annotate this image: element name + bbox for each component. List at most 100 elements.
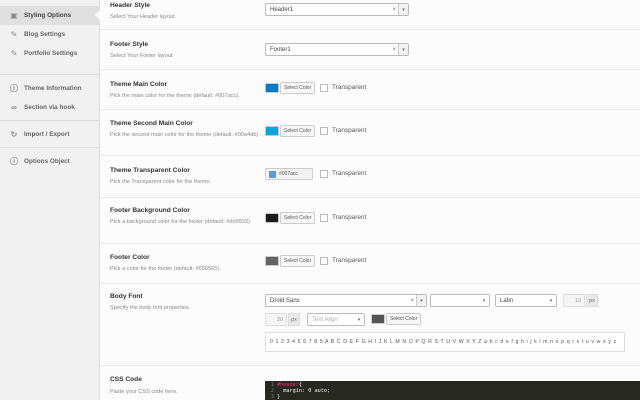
sidebar-item-label: Section via hook <box>24 104 75 111</box>
field-title: Footer Style <box>110 41 149 48</box>
sidebar-item-options-object[interactable]: ⓘ Options Object <box>0 152 99 171</box>
field-description: Select Your Header layout <box>110 14 175 20</box>
field-title: Header Style <box>110 2 150 9</box>
text-align-select[interactable]: Text Align ▾ <box>307 313 365 326</box>
sidebar-item-import-export[interactable]: ↻ Import / Export <box>0 125 99 144</box>
clear-icon[interactable]: × <box>410 298 414 304</box>
transparent-label: Transparent <box>332 214 367 221</box>
theme-transparent-color-row: Theme Transparent Color Pick the Transpa… <box>100 156 640 198</box>
sidebar-item-section-via-hook[interactable]: ∞ Section via hook <box>0 98 99 117</box>
info-icon: ⓘ <box>10 83 18 93</box>
sidebar-item-label: Blog Settings <box>24 31 66 38</box>
selected-value: Latin <box>500 297 514 304</box>
font-style-select[interactable]: ▾ <box>430 294 490 307</box>
color-swatch <box>269 170 276 178</box>
info-icon: ⓘ <box>10 156 18 166</box>
options-panel: Header Style Select Your Header layout H… <box>100 0 640 400</box>
sidebar-divider <box>0 63 99 75</box>
select-color-button[interactable]: Select Color <box>280 125 316 137</box>
font-color-swatch[interactable] <box>371 314 385 324</box>
transparent-checkbox[interactable] <box>320 170 328 178</box>
font-size-input[interactable]: 13 <box>563 294 585 307</box>
selected-value: Footer1 <box>270 46 291 53</box>
css-code-editor[interactable]: 1 #header{ 2 margin: 0 auto; 3 } <box>265 381 640 400</box>
field-title: Theme Main Color <box>110 81 168 88</box>
color-swatch[interactable] <box>265 126 279 136</box>
font-subset-select[interactable]: Latin ▾ <box>495 294 557 307</box>
palette-icon: ▣ <box>10 10 18 20</box>
sidebar-item-label: Portfolio Settings <box>24 50 78 57</box>
sidebar-item-label: Styling Options <box>24 12 72 19</box>
edit-icon: ✎ <box>10 48 18 58</box>
clear-icon[interactable]: × <box>392 47 396 53</box>
code-text: margin: 0 auto; <box>277 388 331 394</box>
select-color-button[interactable]: Select Color <box>386 313 422 325</box>
field-description: Select Your Footer layout <box>110 53 173 59</box>
field-title: Footer Background Color <box>110 207 190 214</box>
select-color-button[interactable]: Select Color <box>280 255 316 267</box>
chevron-down-icon[interactable]: ▾ <box>398 4 408 15</box>
code-text: } <box>277 394 281 400</box>
field-title: Theme Second Main Color <box>110 120 193 127</box>
theme-second-color-row: Theme Second Main Color Pick the second … <box>100 110 640 156</box>
line-height-input[interactable]: 20 <box>265 313 287 326</box>
link-icon: ∞ <box>11 102 17 112</box>
transparent-label: Transparent <box>332 127 367 134</box>
transparent-label: Transparent <box>332 170 367 177</box>
transparent-checkbox[interactable] <box>320 257 328 265</box>
line-number: 3 <box>270 394 274 400</box>
select-color-button[interactable]: Select Color <box>280 82 316 94</box>
sidebar-item-label: Options Object <box>24 158 70 165</box>
color-swatch[interactable] <box>265 83 279 93</box>
chevron-down-icon[interactable]: ▾ <box>354 314 364 325</box>
transparent-color-field[interactable]: #007acc <box>265 168 313 180</box>
sidebar-item-styling-options[interactable]: ▣ Styling Options <box>0 6 100 25</box>
sidebar-item-label: Theme Information <box>24 85 82 92</box>
header-style-row: Header Style Select Your Header layout H… <box>100 0 640 30</box>
sidebar-divider <box>0 117 99 121</box>
transparent-label: Transparent <box>332 257 367 264</box>
theme-main-color-row: Theme Main Color Pick the main color for… <box>100 70 640 110</box>
chevron-down-icon[interactable]: ▾ <box>479 295 489 306</box>
field-description: Specify the body font properties. <box>110 305 191 311</box>
transparent-checkbox[interactable] <box>320 127 328 135</box>
selected-value: Header1 <box>270 6 294 13</box>
sidebar-divider <box>0 144 99 148</box>
field-title: CSS Code <box>110 376 142 383</box>
chevron-down-icon[interactable]: ▾ <box>416 295 426 306</box>
footer-bg-color-row: Footer Background Color Pick a backgroun… <box>100 198 640 244</box>
sidebar-item-theme-information[interactable]: ⓘ Theme Information <box>0 79 99 98</box>
font-preview: 0 1 2 3 4 5 6 7 8 9 A B C D E F G H I J … <box>265 332 625 352</box>
sidebar-item-portfolio-settings[interactable]: ✎ Portfolio Settings <box>0 44 99 63</box>
chevron-down-icon[interactable]: ▾ <box>398 44 408 55</box>
color-value: #007acc <box>279 171 298 177</box>
selected-value: Text Align <box>312 316 338 323</box>
select-color-button[interactable]: Select Color <box>280 212 316 224</box>
body-font-row: Body Font Specify the body font properti… <box>100 284 640 366</box>
header-style-select[interactable]: Header1 × ▾ <box>265 3 409 16</box>
sidebar-item-blog-settings[interactable]: ✎ Blog Settings <box>0 25 99 44</box>
selected-value: Droid Sans <box>270 297 300 304</box>
field-description: Pick the Transparent color for the theme… <box>110 179 212 185</box>
refresh-icon: ↻ <box>10 129 18 139</box>
sidebar-item-label: Import / Export <box>24 131 70 138</box>
footer-style-select[interactable]: Footer1 × ▾ <box>265 43 409 56</box>
field-description: Pick a background color for the footer (… <box>110 219 252 225</box>
footer-color-row: Footer Color Pick a color for the footer… <box>100 244 640 284</box>
transparent-label: Transparent <box>332 84 367 91</box>
field-description: Pick the main color for the theme (defau… <box>110 93 240 99</box>
line-height-unit: px <box>288 313 300 326</box>
font-family-select[interactable]: Droid Sans × ▾ <box>265 294 427 307</box>
clear-icon[interactable]: × <box>392 7 396 13</box>
field-title: Footer Color <box>110 254 150 261</box>
color-swatch[interactable] <box>265 213 279 223</box>
transparent-checkbox[interactable] <box>320 214 328 222</box>
chevron-down-icon[interactable]: ▾ <box>546 295 556 306</box>
field-title: Theme Transparent Color <box>110 167 190 174</box>
edit-icon: ✎ <box>10 29 18 39</box>
css-code-row: CSS Code Paste your CSS code here. 1 #he… <box>100 366 640 400</box>
font-size-unit: px <box>586 294 598 307</box>
sidebar: ▣ Styling Options ✎ Blog Settings ✎ Port… <box>0 0 100 400</box>
transparent-checkbox[interactable] <box>320 84 328 92</box>
color-swatch[interactable] <box>265 256 279 266</box>
